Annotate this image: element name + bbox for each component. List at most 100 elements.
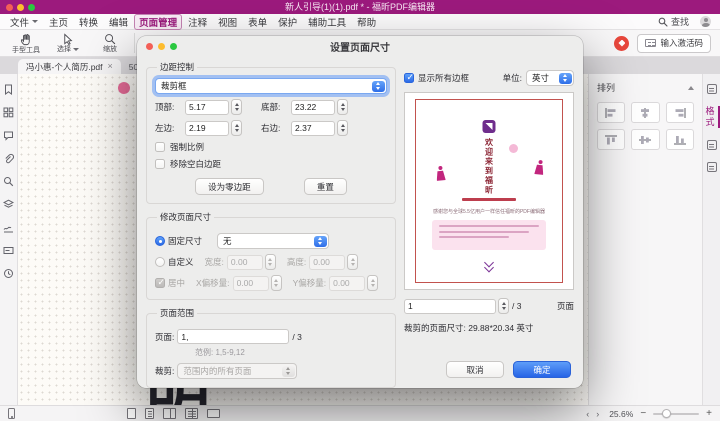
menu-protect[interactable]: 保护 (273, 14, 302, 30)
hand-tool-button[interactable]: 手型工具 (5, 30, 47, 56)
stepper-icon[interactable] (231, 99, 242, 115)
top-margin-input[interactable] (185, 100, 229, 115)
right-margin-field (291, 120, 348, 136)
facing-continuous-view-icon[interactable] (185, 408, 198, 419)
menu-page-manage[interactable]: 页面管理 (134, 14, 182, 30)
menu-convert[interactable]: 转换 (74, 14, 103, 30)
menu-view[interactable]: 视图 (213, 14, 242, 30)
align-center-horizontal-button[interactable] (631, 102, 659, 123)
facing-pages-view-icon[interactable] (163, 408, 176, 419)
menu-comment[interactable]: 注释 (183, 14, 212, 30)
align-left-button[interactable] (597, 102, 625, 123)
fixed-size-radio[interactable] (155, 236, 165, 246)
align-top-button[interactable] (597, 129, 625, 150)
document-tab-1[interactable]: 冯小惠-个人简历.pdf (18, 59, 121, 74)
zoom-out-icon[interactable] (640, 408, 646, 419)
stepper-icon[interactable] (347, 254, 358, 270)
menu-help[interactable]: 帮助 (352, 14, 381, 30)
custom-size-radio[interactable] (155, 257, 165, 267)
y-offset-label: Y偏移量: (293, 277, 327, 289)
menu-form[interactable]: 表单 (243, 14, 272, 30)
fixed-size-select[interactable]: 无 (217, 233, 329, 249)
zoom-slider[interactable] (653, 413, 699, 415)
bottom-margin-input[interactable] (291, 100, 335, 115)
zoom-level[interactable]: 25.6% (609, 409, 633, 419)
close-icon[interactable] (108, 62, 113, 71)
constrain-ratio-label: 强制比例 (170, 141, 204, 153)
zero-margin-button[interactable]: 设为零边距 (195, 178, 264, 195)
properties-icon[interactable] (707, 140, 717, 150)
app-window: 新人引导(1)(1).pdf * - 福昕PDF编辑器 文件 主页 转换 编辑 … (0, 0, 720, 421)
height-field (309, 254, 358, 270)
stamp-icon[interactable] (707, 162, 717, 172)
panel-toggle-icon[interactable] (707, 84, 717, 94)
stepper-icon[interactable] (231, 120, 242, 136)
align-bottom-button[interactable] (666, 129, 694, 150)
cancel-button[interactable]: 取消 (446, 361, 504, 378)
preview-page-word: 页面 (557, 300, 574, 312)
y-offset-input[interactable] (329, 276, 365, 291)
menu-home[interactable]: 主页 (44, 14, 73, 30)
menu-accessibility[interactable]: 辅助工具 (303, 14, 351, 30)
align-tools-grid (597, 102, 694, 150)
activate-product-icon[interactable] (614, 36, 629, 51)
next-page-icon[interactable]: › (596, 409, 599, 419)
width-input[interactable] (227, 255, 263, 270)
show-all-boxes-checkbox[interactable] (404, 73, 414, 83)
form-field-icon[interactable] (3, 245, 14, 256)
attachment-icon[interactable] (3, 153, 14, 164)
stepper-icon[interactable] (337, 99, 348, 115)
reset-button[interactable]: 重置 (304, 178, 347, 195)
margin-box-select[interactable]: 裁剪框 (155, 78, 387, 94)
bookmark-icon[interactable] (3, 84, 14, 95)
page-thumbnails-icon[interactable] (3, 107, 14, 118)
ok-button[interactable]: 确定 (513, 361, 571, 378)
crop-scope-select[interactable]: 范围内的所有页面 (177, 363, 297, 379)
signature-icon[interactable] (3, 222, 14, 233)
page-range-input[interactable] (177, 329, 289, 344)
stepper-icon[interactable] (367, 275, 378, 291)
stepper-icon[interactable] (271, 275, 282, 291)
x-offset-field (233, 275, 282, 291)
format-tab[interactable]: 格式 (704, 106, 720, 128)
preview-page-total: / 3 (512, 301, 521, 311)
remove-white-margin-checkbox[interactable]: 移除空白边距 (155, 158, 387, 170)
menu-file[interactable]: 文件 (5, 14, 43, 30)
crop-scope-label: 裁剪: (155, 365, 174, 377)
constrain-ratio-checkbox[interactable]: 强制比例 (155, 141, 387, 153)
previous-page-icon[interactable]: ‹ (586, 409, 589, 419)
single-page-view-icon[interactable] (127, 408, 136, 419)
comment-icon[interactable] (3, 130, 14, 141)
unit-select[interactable]: 英寸 (526, 70, 574, 86)
select-tool-button[interactable]: 选择 (47, 30, 89, 56)
stepper-icon[interactable] (337, 120, 348, 136)
menu-edit[interactable]: 编辑 (104, 14, 133, 30)
search-button[interactable]: 查找 (658, 15, 689, 28)
chevron-up-icon[interactable] (688, 86, 694, 90)
hand-icon (20, 33, 33, 46)
layers-icon[interactable] (3, 199, 14, 210)
zoom-in-icon[interactable] (706, 408, 712, 419)
continuous-view-icon[interactable] (145, 408, 154, 419)
right-margin-input[interactable] (291, 121, 335, 136)
remove-white-margin-label: 移除空白边距 (170, 158, 221, 170)
height-input[interactable] (309, 255, 345, 270)
user-icon[interactable] (700, 16, 711, 27)
menu-file-label: 文件 (10, 15, 29, 29)
page-range-legend: 页面范围 (157, 307, 197, 319)
mobile-icon[interactable] (8, 408, 15, 419)
fullscreen-view-icon[interactable] (207, 409, 220, 418)
align-middle-vertical-button[interactable] (631, 129, 659, 150)
stepper-icon[interactable] (498, 298, 509, 314)
center-checkbox[interactable] (155, 278, 165, 288)
left-margin-input[interactable] (185, 121, 229, 136)
zoom-tool-button[interactable]: 缩放 (89, 30, 131, 56)
search-icon[interactable] (3, 176, 14, 187)
enter-activation-code-button[interactable]: 输入激活码 (637, 34, 711, 53)
history-clock-icon[interactable] (3, 268, 14, 279)
stepper-icon[interactable] (265, 254, 276, 270)
zoom-slider-knob[interactable] (662, 409, 671, 418)
align-right-button[interactable] (666, 102, 694, 123)
x-offset-input[interactable] (233, 276, 269, 291)
preview-page-input[interactable] (404, 299, 496, 314)
